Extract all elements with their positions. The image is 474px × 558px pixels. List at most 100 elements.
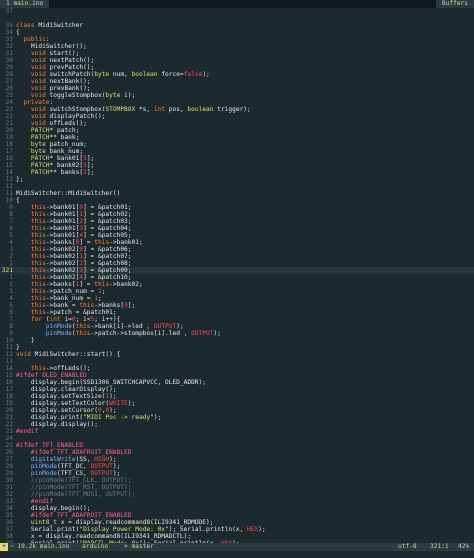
code-line[interactable]: 33 #endif — [0, 498, 474, 505]
code-line[interactable]: 2 this->bank02[1] = &patch07; — [0, 253, 474, 260]
code-line[interactable]: 33 public: — [0, 36, 474, 43]
line-number: 30 — [5, 57, 13, 64]
code-line[interactable]: 35 #ifdef TFT_ADAFRUIT_ENABLED — [0, 512, 474, 519]
line-number: 34 — [5, 505, 13, 512]
status-file: ~ 19.2k main.ino — [10, 543, 70, 550]
code-line[interactable]: 20 display.setCursor(0,0); — [0, 407, 474, 414]
code-line[interactable]: 3 this->bank02[0] = &patch06; — [0, 246, 474, 253]
code-line[interactable]: 6 this->patch = &patch01; — [0, 309, 474, 316]
code-line[interactable]: 12 — [0, 183, 474, 190]
code-line[interactable]: 18 display.setTextSize(1); — [0, 393, 474, 400]
current-line[interactable]: 321 this->bank02[3] = &patch09; — [0, 267, 474, 274]
code-line[interactable]: 11} — [0, 344, 474, 351]
code-line[interactable]: 3 this->patch_num = 1; — [0, 288, 474, 295]
code-line[interactable]: 32 MidiSwitcher(); — [0, 43, 474, 50]
code-line[interactable]: 10 } — [0, 337, 474, 344]
code-line[interactable]: 19 display.setTextColor(WHITE); — [0, 400, 474, 407]
code-line[interactable]: 30 //pinMode(TFT_CLK, OUTPUT); — [0, 477, 474, 484]
line-number: 5 — [9, 232, 13, 239]
code-line[interactable]: 5 this->bank = this->banks[0]; — [0, 302, 474, 309]
code-line[interactable]: 20 PATCH* patch; — [0, 127, 474, 134]
code-line[interactable]: 17 display.clearDisplay(); — [0, 386, 474, 393]
code-line[interactable]: 21 display.print("MIDI Poc -> ready"); — [0, 414, 474, 421]
code-line[interactable]: 34 display.begin(); — [0, 505, 474, 512]
code-line[interactable]: 23 void switchStompbox(STOMPBOX *s, int … — [0, 106, 474, 113]
code-line[interactable]: 27 digitalWrite(SS, HIGH); — [0, 456, 474, 463]
code-line[interactable]: 29 void prevPatch(); — [0, 64, 474, 71]
status-branch: > master — [124, 543, 154, 550]
code-line[interactable]: 7 this->bank01[2] = &patch03; — [0, 218, 474, 225]
code-line[interactable]: 10{ — [0, 197, 474, 204]
code-line[interactable]: 21 void offLeds(); — [0, 120, 474, 127]
code-line[interactable]: 9 pinMode(this->patch->stompbox[i].led ,… — [0, 330, 474, 337]
code-line[interactable]: 5 this->bank01[4] = &patch05; — [0, 232, 474, 239]
code-line[interactable]: 12 void MidiSwitcher::start() { — [0, 351, 474, 358]
line-number: 27 — [5, 456, 13, 463]
code-line[interactable]: 38 x = display.readcommand8(ILI9341_RDMA… — [0, 533, 474, 540]
code-line[interactable]: 8 this->bank01[1] = &patch02; — [0, 211, 474, 218]
line-number: 22 — [5, 421, 13, 428]
line-number: 28 — [5, 71, 13, 78]
code-line[interactable]: 27 void nextBank(); — [0, 78, 474, 85]
code-line[interactable]: 4 this->banks[0] = this->bank01; — [0, 239, 474, 246]
code-line[interactable]: 1 this->bank02[4] = &patch10; — [0, 274, 474, 281]
code-line[interactable]: 35 class MidiSwitcher — [0, 22, 474, 29]
code-line[interactable]: 36 uint8_t x = display.readcommand8(ILI9… — [0, 519, 474, 526]
code-line[interactable]: 16 display.begin(SSD1306_SWITCHCAPVCC, O… — [0, 379, 474, 386]
line-number: 13 — [5, 176, 13, 183]
line-code: this->bank_num = 1; — [30, 295, 102, 302]
code-line[interactable]: 19 PATCH** bank; — [0, 134, 474, 141]
code-line[interactable]: 15 #ifdef OLED_ENABLED — [0, 372, 474, 379]
code-line[interactable]: 25 #ifdef TFT_ENABLED — [0, 442, 474, 449]
code-line[interactable]: 9 this->bank01[0] = &patch01; — [0, 204, 474, 211]
code-line[interactable]: 6 this->bank01[3] = &patch04; — [0, 225, 474, 232]
line-number: 6 — [9, 225, 13, 232]
code-line[interactable]: 18 byte patch_num; — [0, 141, 474, 148]
code-line[interactable]: 26 #ifdef TFT_ADAFRUIT_ENABLED — [0, 449, 474, 456]
code-line[interactable]: 26 void prevBank(); — [0, 85, 474, 92]
code-line[interactable]: 14 PATCH** banks[2]; — [0, 169, 474, 176]
code-line[interactable]: 8 pinMode(this->bank[i]->led , OUTPUT); — [0, 323, 474, 330]
code-line[interactable]: 24 private: — [0, 99, 474, 106]
line-number: 24 — [5, 435, 13, 442]
code-line[interactable]: 13 — [0, 358, 474, 365]
code-line[interactable]: 31 void start(); — [0, 50, 474, 57]
code-line[interactable]: 16 PATCH* bank01[5]; — [0, 155, 474, 162]
code-line[interactable]: 24 — [0, 435, 474, 442]
code-line[interactable]: 14 this->offLeds(); — [0, 365, 474, 372]
line-number: 33 — [5, 36, 13, 43]
code-line[interactable]: 2 this->banks[1] = this->bank02; — [0, 281, 474, 288]
code-line[interactable]: 32 //pinMode(TFT_MOSI, OUTPUT); — [0, 491, 474, 498]
tab-main-ino[interactable]: 1 main.ino — [0, 0, 50, 8]
code-line[interactable]: 28 void switchPatch(byte num, boolean fo… — [0, 71, 474, 78]
line-code: #endif — [16, 428, 39, 435]
code-line[interactable]: 25 void toggleStompbox(byte i); — [0, 92, 474, 99]
code-line[interactable]: 22 void displayPatch(); — [0, 113, 474, 120]
code-line[interactable]: 34{ — [0, 29, 474, 36]
code-line[interactable]: 13}; — [0, 176, 474, 183]
code-line[interactable]: 15 PATCH* bank02[5]; — [0, 162, 474, 169]
code-line[interactable]: 1 this->bank02[2] = &patch08; — [0, 260, 474, 267]
line-code: this->bank = this->banks[0]; — [30, 302, 136, 309]
line-number: 19 — [5, 134, 13, 141]
code-line[interactable]: 17 byte bank_num; — [0, 148, 474, 155]
line-code: display.print("MIDI Poc -> ready"); — [16, 414, 162, 421]
line-number: 12 — [5, 183, 13, 190]
code-line[interactable]: 11 MidiSwitcher::MidiSwitcher() — [0, 190, 474, 197]
code-line[interactable]: 29 pinMode(TFT_CS, OUTPUT); — [0, 470, 474, 477]
buffers-label[interactable]: Buffers — [435, 0, 474, 8]
code-line[interactable]: 37 Serial.print("Display Power Mode: 0x"… — [0, 526, 474, 533]
code-line[interactable]: 23 #endif — [0, 428, 474, 435]
code-line[interactable]: 7 for (int i=0; i<5; i++){ — [0, 316, 474, 323]
code-line[interactable]: 37 — [0, 8, 474, 15]
line-number: 37 — [5, 526, 13, 533]
code-line[interactable] — [0, 15, 474, 22]
command-line[interactable] — [0, 551, 474, 558]
code-line[interactable]: 4 this->bank_num = 1; — [0, 295, 474, 302]
code-line[interactable]: 22 display.display(); — [0, 421, 474, 428]
code-editor[interactable]: 37 35 class MidiSwitcher 34{33 public: 32 Mi… — [0, 8, 474, 546]
code-line[interactable]: 28 pinMode(TFT_DC, OUTPUT); — [0, 463, 474, 470]
code-line[interactable]: 31 //pinMode(TFT_RST, OUTPUT); — [0, 484, 474, 491]
line-number: 6 — [9, 309, 13, 316]
code-line[interactable]: 30 void nextPatch(); — [0, 57, 474, 64]
